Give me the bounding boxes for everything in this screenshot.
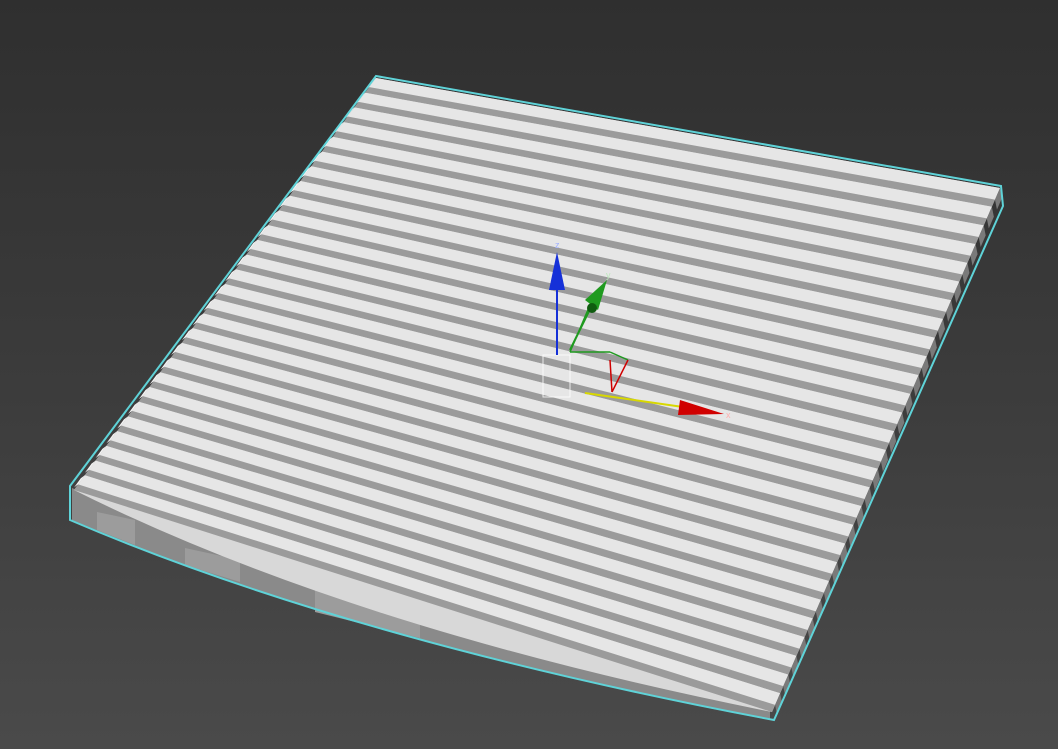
slatted-panel[interactable] (69, 74, 1005, 722)
gizmo-label-z: z (555, 240, 560, 250)
3d-viewport[interactable]: z y x (0, 0, 1058, 749)
viewport-canvas[interactable]: z y x (0, 0, 1058, 749)
gizmo-label-y: y (606, 270, 611, 280)
gizmo-label-x: x (726, 410, 731, 420)
panel-slats (74, 78, 1002, 715)
